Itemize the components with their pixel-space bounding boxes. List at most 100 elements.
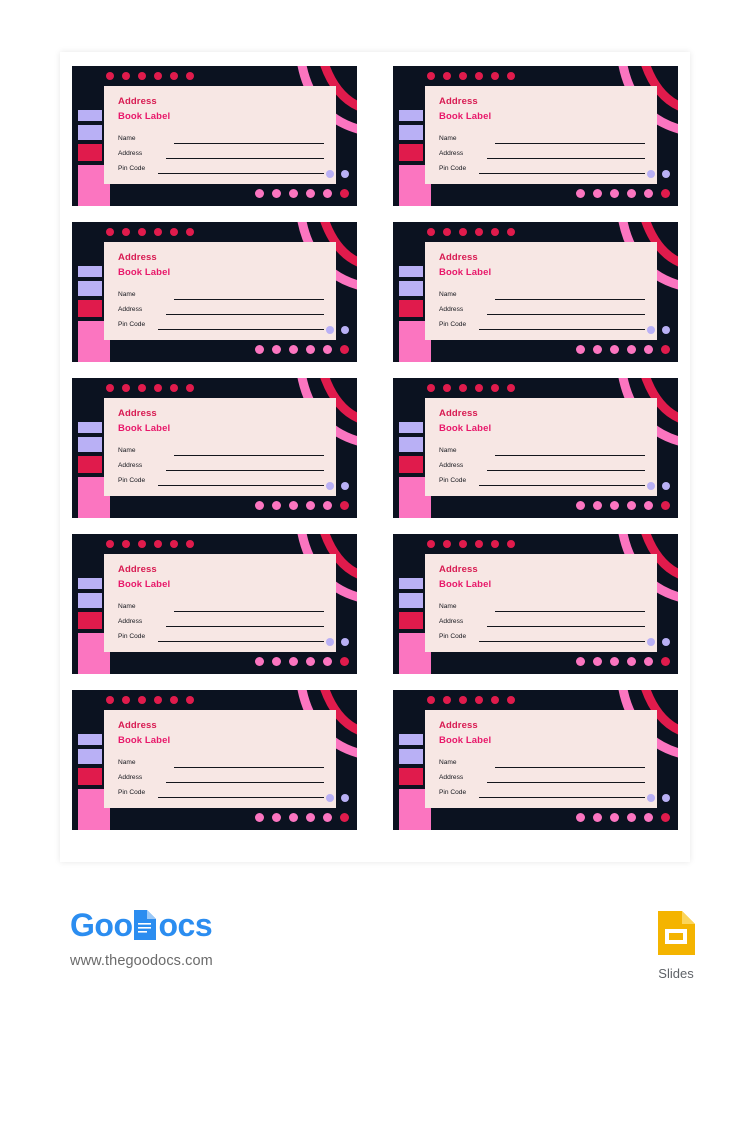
dot-icon (593, 189, 602, 198)
dot-icon (186, 540, 194, 548)
field-write-line[interactable] (166, 150, 324, 160)
field-write-line[interactable] (495, 447, 645, 457)
field-write-line[interactable] (166, 462, 324, 472)
dot-icon (427, 540, 435, 548)
field-write-line[interactable] (487, 150, 645, 160)
field-write-line[interactable] (487, 774, 645, 784)
field-write-line[interactable] (158, 321, 324, 331)
address-label-card[interactable]: Address Book Label Name Address Pin Code (393, 66, 678, 206)
dot-icon (323, 189, 332, 198)
address-label-card[interactable]: Address Book Label Name Address Pin Code (72, 534, 357, 674)
field-label: Name (118, 758, 136, 766)
dot-icon (323, 345, 332, 354)
bottom-dots-decoration (255, 501, 349, 510)
color-bar (78, 422, 102, 433)
dot-icon (170, 540, 178, 548)
dot-icon (154, 384, 162, 392)
dot-icon (306, 345, 315, 354)
dot-icon (661, 501, 670, 510)
label-title-line-2: Book Label (439, 266, 492, 278)
color-bar (399, 612, 423, 629)
dot-icon (106, 228, 114, 236)
address-label-card[interactable]: Address Book Label Name Address Pin Code (393, 222, 678, 362)
dot-icon (341, 170, 349, 178)
label-fields: Name Address Pin Code (439, 285, 645, 331)
field-write-line[interactable] (174, 759, 324, 769)
field-write-line[interactable] (487, 618, 645, 628)
dot-icon (341, 482, 349, 490)
field-write-line[interactable] (495, 759, 645, 769)
address-label-card[interactable]: Address Book Label Name Address Pin Code (72, 690, 357, 830)
color-bar (78, 437, 102, 452)
field-write-line[interactable] (166, 774, 324, 784)
left-bars-decoration (78, 422, 110, 518)
field-write-line[interactable] (158, 789, 324, 799)
top-dots-decoration (427, 384, 515, 392)
label-title-line-2: Book Label (439, 422, 492, 434)
field-write-line[interactable] (174, 135, 324, 145)
dot-icon (610, 189, 619, 198)
field-label: Name (439, 134, 457, 142)
address-label-card[interactable]: Address Book Label Name Address Pin Code (393, 690, 678, 830)
page-root: Address Book Label Name Address Pin Code Addr… (0, 0, 750, 1144)
dot-icon (443, 540, 451, 548)
field-label: Address (118, 305, 143, 313)
dot-icon (443, 228, 451, 236)
color-bar (399, 749, 423, 764)
field-write-line[interactable] (479, 789, 645, 799)
field-write-line[interactable] (158, 477, 324, 487)
address-label-card[interactable]: Address Book Label Name Address Pin Code (393, 378, 678, 518)
field-row: Address (118, 300, 324, 316)
label-content-panel: Address Book Label Name Address Pin Code (104, 398, 336, 496)
address-label-card[interactable]: Address Book Label Name Address Pin Code (72, 222, 357, 362)
field-write-line[interactable] (487, 306, 645, 316)
document-sheet: Address Book Label Name Address Pin Code Addr… (60, 52, 690, 862)
address-label-card[interactable]: Address Book Label Name Address Pin Code (393, 534, 678, 674)
dot-icon (507, 228, 515, 236)
dot-icon (427, 696, 435, 704)
field-write-line[interactable] (174, 447, 324, 457)
field-write-line[interactable] (174, 603, 324, 613)
dot-icon (661, 189, 670, 198)
address-label-card[interactable]: Address Book Label Name Address Pin Code (72, 378, 357, 518)
field-write-line[interactable] (166, 618, 324, 628)
brand-text-goo: Goo (70, 907, 133, 943)
color-bar (78, 266, 102, 277)
field-write-line[interactable] (495, 135, 645, 145)
label-title-line-1: Address (439, 720, 478, 731)
field-row: Name (439, 597, 645, 613)
dot-icon (593, 345, 602, 354)
dot-icon (326, 482, 334, 490)
field-write-line[interactable] (495, 603, 645, 613)
bottom-dots-decoration (255, 813, 349, 822)
field-write-line[interactable] (479, 165, 645, 175)
field-row: Name (118, 597, 324, 613)
dot-icon (255, 189, 264, 198)
dot-icon (662, 638, 670, 646)
left-bars-decoration (399, 266, 431, 362)
field-row: Pin Code (118, 159, 324, 175)
dot-icon (475, 384, 483, 392)
field-write-line[interactable] (479, 477, 645, 487)
dot-icon (427, 72, 435, 80)
dot-icon (593, 813, 602, 822)
field-write-line[interactable] (158, 633, 324, 643)
field-write-line[interactable] (495, 291, 645, 301)
color-bar (78, 456, 102, 473)
field-write-line[interactable] (166, 306, 324, 316)
color-bar (78, 281, 102, 296)
field-label: Name (439, 446, 457, 454)
dot-icon (255, 813, 264, 822)
field-write-line[interactable] (479, 321, 645, 331)
color-bar (78, 768, 102, 785)
field-write-line[interactable] (158, 165, 324, 175)
field-label: Address (439, 773, 464, 781)
field-write-line[interactable] (174, 291, 324, 301)
dot-icon (340, 813, 349, 822)
address-label-card[interactable]: Address Book Label Name Address Pin Code (72, 66, 357, 206)
label-title-line-1: Address (118, 564, 157, 575)
dot-icon (662, 170, 670, 178)
field-write-line[interactable] (479, 633, 645, 643)
field-write-line[interactable] (487, 462, 645, 472)
dot-icon (647, 794, 655, 802)
